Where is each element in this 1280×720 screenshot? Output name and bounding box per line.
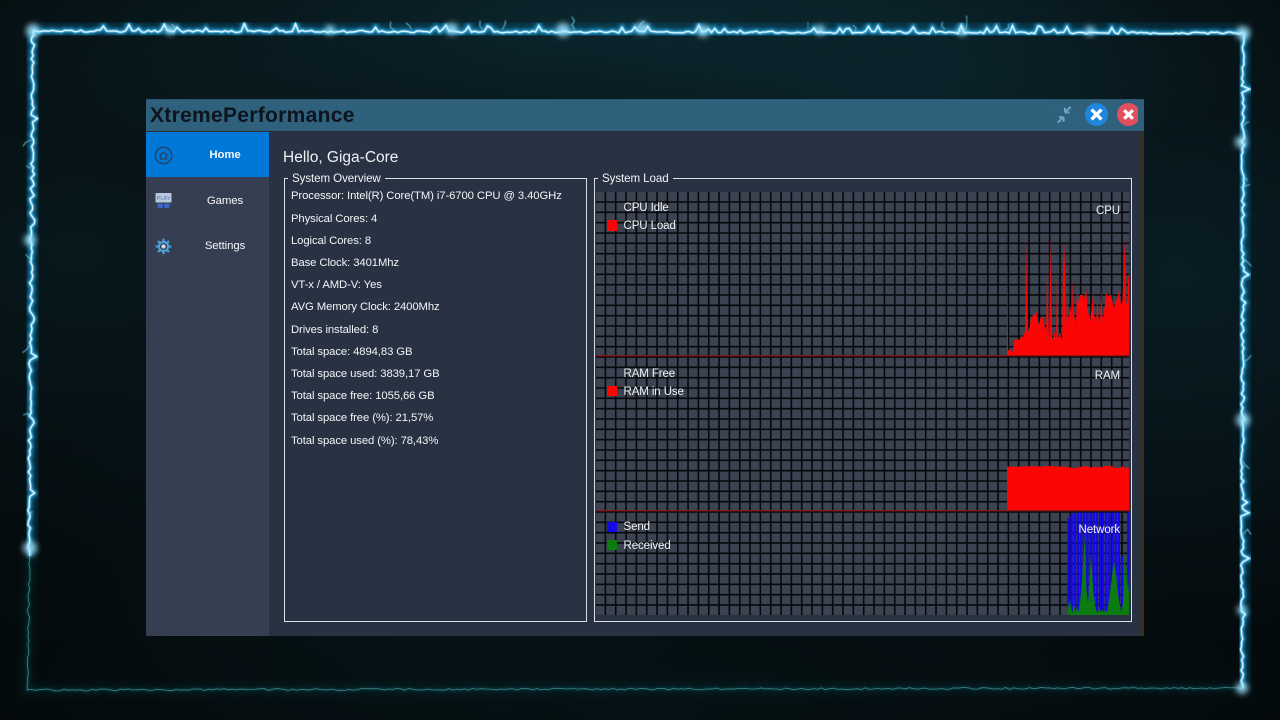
svg-text:PLAY: PLAY [157, 196, 171, 202]
